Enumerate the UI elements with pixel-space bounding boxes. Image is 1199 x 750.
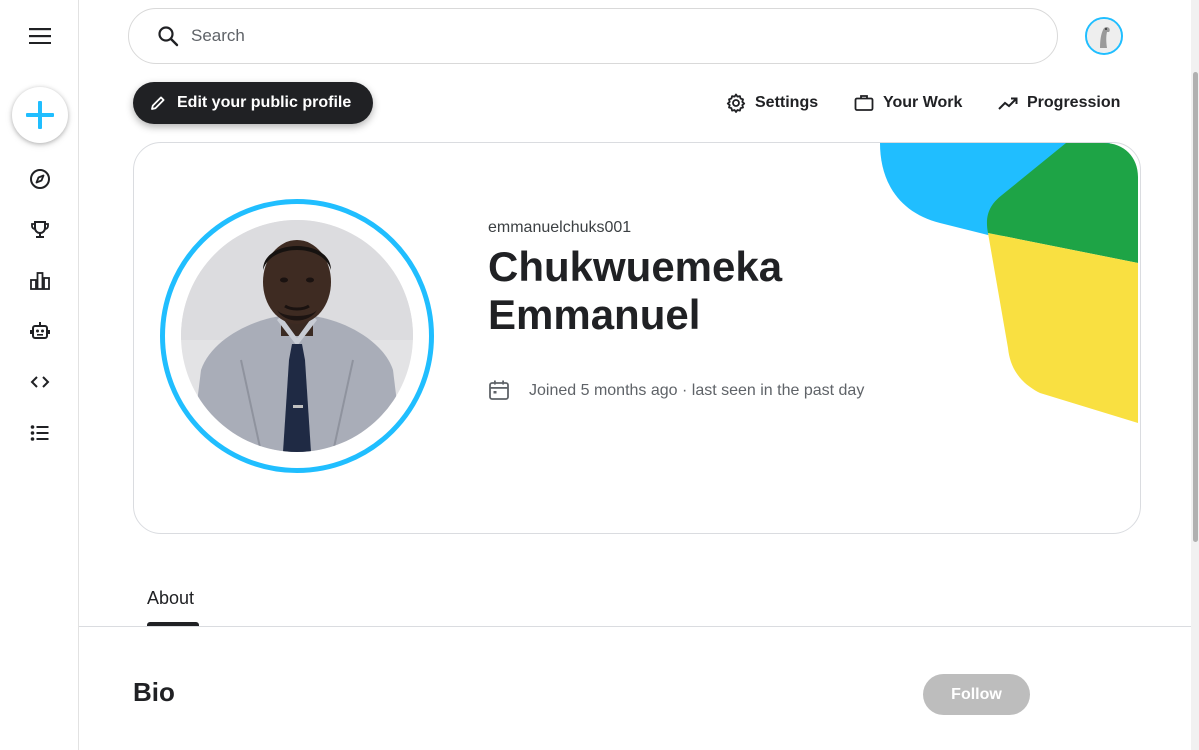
profile-joined-text: Joined 5 months ago · last seen in the p… [529, 382, 865, 399]
tab-divider [79, 626, 1191, 627]
sidebar-item-competitions[interactable] [20, 210, 60, 250]
sidebar-item-datasets[interactable] [20, 261, 60, 301]
plus-icon [26, 101, 54, 129]
your-work-link[interactable]: Your Work [854, 90, 962, 116]
follow-button[interactable]: Follow [923, 674, 1030, 715]
progression-label: Progression [1027, 94, 1121, 111]
sidebar-item-discussions[interactable] [20, 413, 60, 453]
user-avatar[interactable] [1085, 17, 1123, 55]
your-work-label: Your Work [883, 94, 963, 111]
menu-icon[interactable] [20, 16, 60, 56]
search-icon [158, 26, 179, 47]
profile-username: emmanuelchuks001 [488, 219, 632, 236]
sidebar [0, 0, 79, 750]
avatar-icon [1088, 20, 1120, 52]
compass-icon [30, 169, 50, 189]
bar-chart-icon [30, 272, 50, 290]
scrollbar-thumb[interactable] [1193, 72, 1198, 542]
edit-profile-button[interactable]: Edit your public profile [133, 82, 373, 124]
robot-icon [30, 322, 50, 339]
trending-up-icon [998, 97, 1018, 110]
pencil-icon [151, 96, 165, 110]
code-icon [30, 376, 50, 388]
trophy-icon [31, 221, 49, 238]
settings-link[interactable]: Settings [726, 90, 818, 116]
create-button[interactable] [12, 87, 68, 143]
tab-about[interactable]: About [147, 588, 194, 609]
settings-label: Settings [755, 94, 819, 111]
profile-full-name: Chukwuemeka Emmanuel [488, 243, 783, 338]
sidebar-item-explore[interactable] [20, 159, 60, 199]
progression-link[interactable]: Progression [998, 90, 1120, 116]
profile-photo [181, 220, 413, 452]
edit-profile-label: Edit your public profile [177, 94, 352, 111]
search-bar[interactable] [128, 8, 1058, 64]
sidebar-item-models[interactable] [20, 311, 60, 351]
list-icon [30, 425, 49, 441]
briefcase-icon [854, 95, 874, 111]
calendar-icon [489, 380, 509, 400]
bio-heading: Bio [133, 677, 175, 707]
gear-icon [726, 93, 746, 113]
sidebar-item-code[interactable] [20, 362, 60, 402]
search-input[interactable] [191, 26, 1011, 46]
profile-photo-ring [160, 199, 434, 473]
profile-card: emmanuelchuks001 Chukwuemeka Emmanuel Jo… [133, 142, 1141, 534]
decorative-shapes [880, 143, 1138, 423]
